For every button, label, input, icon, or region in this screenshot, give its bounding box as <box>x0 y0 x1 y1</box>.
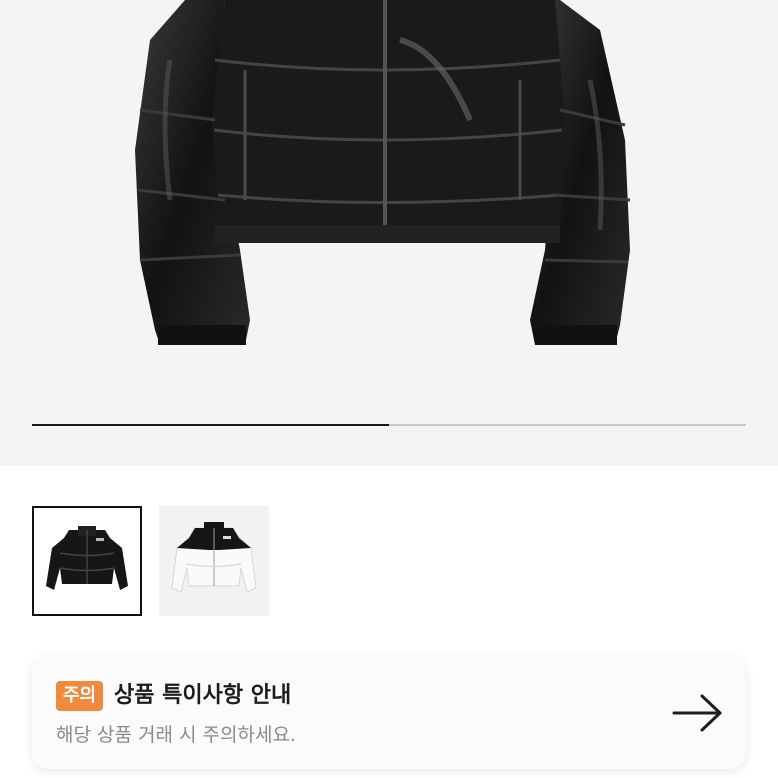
caution-badge: 주의 <box>56 681 104 711</box>
arrow-right-icon[interactable] <box>672 693 724 733</box>
product-notice-card[interactable]: 주의 상품 특이사항 안내 해당 상품 거래 시 주의하세요. <box>32 657 746 769</box>
image-progress-track <box>32 424 746 426</box>
notice-description: 해당 상품 거래 시 주의하세요. <box>56 724 296 746</box>
image-progress-indicator <box>32 424 389 426</box>
thumbnail-white-jacket[interactable] <box>159 506 269 616</box>
product-image-carousel[interactable] <box>0 0 778 466</box>
product-main-image <box>135 0 631 345</box>
black-jacket-thumbnail-icon <box>34 508 140 614</box>
white-jacket-thumbnail-icon <box>159 506 269 616</box>
notice-title: 상품 특이사항 안내 <box>114 683 292 708</box>
thumbnail-black-jacket[interactable] <box>32 506 142 616</box>
